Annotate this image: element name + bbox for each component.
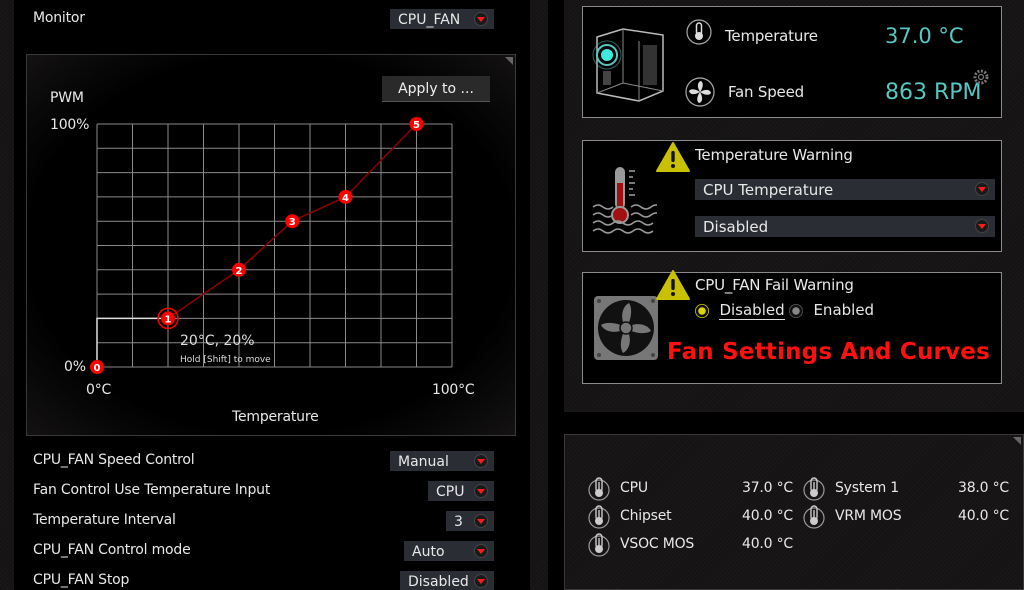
fan-status-box: Temperature 37.0 °C Fan Speed 863 RPM (582, 6, 1002, 118)
option-enabled-label: Enabled (813, 301, 875, 319)
curve-segment (291, 196, 346, 222)
curve-point-2[interactable]: 2 (232, 262, 246, 277)
chevron-down-icon (975, 182, 989, 196)
speed-control-value: Manual (398, 454, 449, 470)
point-tooltip-value: 20°C, 20% (180, 333, 255, 349)
temperature-warning-title: Temperature Warning (695, 146, 853, 164)
curve-point-3[interactable]: 3 (285, 214, 300, 229)
sensor-name: System 1 (835, 480, 899, 496)
fail-warning-option-disabled[interactable]: Disabled (695, 301, 785, 320)
point-tooltip-hint: Hold [Shift] to move (180, 355, 271, 365)
temp-interval-select[interactable]: 3 (446, 511, 494, 531)
thermometer-water-icon (592, 167, 657, 234)
temperature-warning-box: Temperature Warning CPU Temperature Disa… (582, 140, 1002, 252)
chevron-down-icon (474, 454, 488, 468)
option-disabled-label: Disabled (719, 301, 785, 320)
curve-point-5[interactable]: 5 (409, 117, 424, 131)
point-label: 3 (289, 217, 296, 228)
temp-input-value: CPU (436, 484, 465, 500)
temperature-value: 37.0 °C (885, 24, 964, 48)
fail-warning-option-enabled[interactable]: Enabled (789, 301, 874, 319)
fan-stop-select[interactable]: Disabled (400, 571, 494, 590)
radio-selected-icon (695, 304, 709, 318)
temp-interval-value: 3 (454, 514, 463, 530)
fan-fail-warning-title: CPU_FAN Fail Warning (695, 276, 854, 294)
radio-unselected-icon (789, 304, 803, 318)
sensor-name: CPU (620, 480, 648, 496)
sensor-name: Chipset (620, 508, 672, 524)
pc-case-icon (592, 28, 664, 102)
fan-stop-value: Disabled (408, 574, 469, 590)
case-fan-icon (594, 296, 658, 360)
speed-control-select[interactable]: Manual (390, 451, 494, 471)
sensor-value: 40.0 °C (742, 508, 793, 524)
warning-icon (656, 270, 690, 300)
temperature-source-select[interactable]: CPU Temperature (695, 179, 995, 200)
chevron-down-icon (975, 219, 989, 233)
fan-icon (685, 77, 715, 107)
temp-input-select[interactable]: CPU (428, 481, 494, 501)
chevron-down-icon (474, 484, 488, 498)
sensor-value: 40.0 °C (742, 536, 793, 552)
thermometer-icon (586, 532, 612, 562)
setting-label-fan-stop: CPU_FAN Stop (33, 572, 130, 588)
fan-curve-chart[interactable]: 0 1 2 3 4 5 (0, 0, 548, 440)
thermometer-icon (801, 476, 827, 506)
temperature-source-value: CPU Temperature (703, 181, 834, 199)
fan-speed-value: 863 RPM (885, 80, 982, 105)
gear-icon[interactable] (973, 69, 989, 85)
temperature-threshold-value: Disabled (703, 218, 769, 236)
curve-point-1[interactable]: 1 (157, 307, 179, 330)
curve-point-0[interactable]: 0 (90, 360, 104, 374)
fan-speed-label: Fan Speed (728, 83, 804, 101)
sensor-name: VRM MOS (835, 508, 902, 524)
sensor-grid: CPU 37.0 °C Chipset 40.0 °C VSOC MOS 40.… (586, 476, 1016, 576)
chevron-down-icon (474, 574, 488, 588)
point-label: 0 (94, 363, 101, 374)
point-label: 4 (342, 193, 349, 204)
point-label: 5 (413, 120, 420, 131)
setting-label-temp-interval: Temperature Interval (33, 512, 176, 528)
thermometer-icon (801, 504, 827, 534)
chevron-down-icon (474, 544, 488, 558)
temperature-label: Temperature (725, 27, 818, 45)
thermometer-icon (686, 19, 712, 45)
temperature-threshold-select[interactable]: Disabled (695, 216, 995, 237)
chevron-down-icon (474, 514, 488, 528)
setting-label-control-mode: CPU_FAN Control mode (33, 542, 191, 558)
control-mode-select[interactable]: Auto (404, 541, 494, 561)
sensor-name: VSOC MOS (620, 536, 695, 552)
fan-fail-warning-box: CPU_FAN Fail Warning Disabled Enabled Fa… (582, 270, 1002, 384)
setting-label-temp-input: Fan Control Use Temperature Input (33, 482, 271, 498)
curve-point-4[interactable]: 4 (338, 189, 353, 204)
sensor-value: 38.0 °C (958, 480, 1009, 496)
warning-icon (656, 142, 690, 172)
thermometer-icon (586, 476, 612, 506)
sensor-value: 37.0 °C (742, 480, 793, 496)
point-label: 2 (236, 266, 243, 277)
point-label: 1 (165, 314, 172, 325)
control-mode-value: Auto (412, 544, 445, 560)
column-gap (548, 0, 562, 590)
chart-grid (96, 123, 453, 368)
sensor-value: 40.0 °C (958, 508, 1009, 524)
setting-label-speed-control: CPU_FAN Speed Control (33, 452, 195, 468)
thermometer-icon (586, 504, 612, 534)
overlay-title: Fan Settings And Curves (667, 339, 990, 365)
